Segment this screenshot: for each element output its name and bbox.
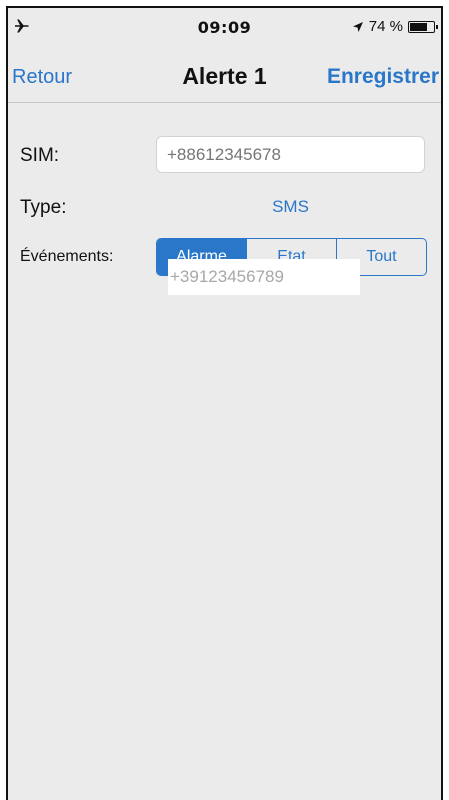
save-button[interactable]: Enregistrer (327, 65, 439, 89)
events-label: Événements: (20, 248, 114, 265)
location-arrow-icon (352, 21, 363, 32)
battery-percent: 74 % (368, 18, 403, 35)
type-value[interactable]: SMS (156, 197, 425, 217)
status-right-group: 74 % (352, 18, 438, 35)
battery-icon (408, 20, 438, 33)
overlay-phone-input[interactable]: +39123456789 (168, 259, 360, 295)
sim-label: SIM: (20, 145, 60, 166)
sim-input[interactable] (156, 136, 425, 173)
app-screen: 09:09 74 % Retour Alerte 1 Enregistrer S… (6, 6, 443, 800)
navigation-bar: Retour Alerte 1 Enregistrer (8, 48, 441, 103)
status-bar: 09:09 74 % (8, 8, 441, 48)
battery-nub (436, 24, 438, 29)
type-label: Type: (20, 197, 67, 218)
battery-fill (410, 22, 427, 31)
